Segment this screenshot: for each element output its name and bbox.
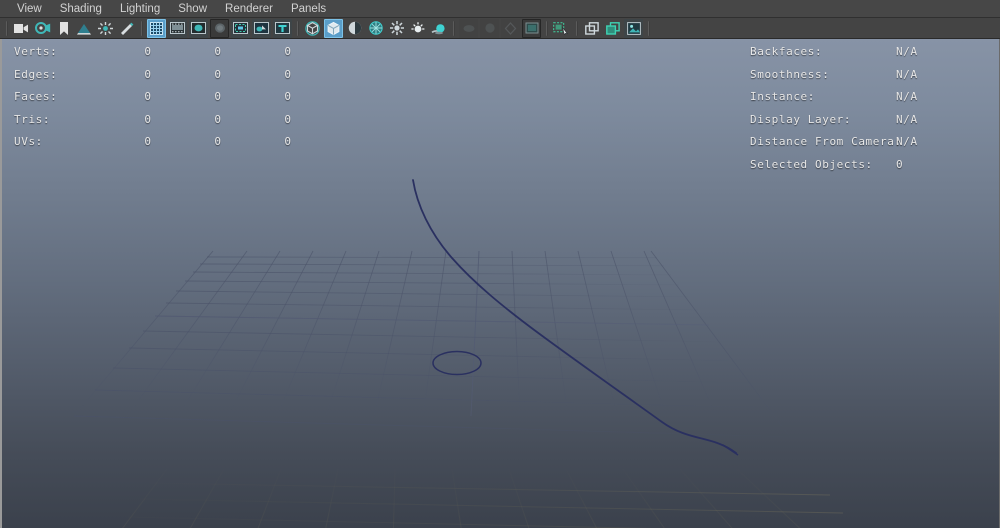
hud-verts-col3: 0 [278, 41, 298, 64]
menu-renderer[interactable]: Renderer [216, 0, 282, 18]
ground-grid [74, 251, 790, 437]
hud-label-instance: Instance: [750, 86, 815, 109]
field-chart-icon[interactable] [210, 19, 229, 38]
maya-viewport-panel: View Shading Lighting Show Renderer Pane… [0, 0, 1000, 528]
menu-show[interactable]: Show [169, 0, 216, 18]
shade-flat-icon[interactable] [345, 19, 364, 38]
camera-attributes-icon[interactable] [33, 19, 52, 38]
hud-value-backfaces: N/A [896, 41, 918, 64]
nurbs-curve[interactable] [413, 180, 736, 453]
toolbar-separator [646, 20, 651, 37]
hud-label-faces: Faces: [14, 86, 57, 109]
occlusion-icon[interactable] [480, 19, 499, 38]
xray-icon[interactable] [387, 19, 406, 38]
shadow-icon[interactable] [429, 19, 448, 38]
hud-label-edges: Edges: [14, 64, 57, 87]
hud-tris-col1: 0 [138, 109, 158, 132]
toolbar-separator [544, 20, 549, 37]
hud-label-selected-objects: Selected Objects: [750, 154, 873, 177]
hud-label-display-layer: Display Layer: [750, 109, 851, 132]
safe-title-icon[interactable] [252, 19, 271, 38]
hud-value-distance-from-camera: N/A [896, 131, 918, 154]
resolution-gate-icon[interactable] [189, 19, 208, 38]
film-gate-icon[interactable] [168, 19, 187, 38]
lighting-icon[interactable] [408, 19, 427, 38]
text-overlay-icon[interactable] [273, 19, 292, 38]
isolate-select-icon[interactable] [552, 19, 571, 38]
hud-uvs-col3: 0 [278, 131, 298, 154]
menu-lighting[interactable]: Lighting [111, 0, 169, 18]
hud-label-tris: Tris: [14, 109, 50, 132]
hud-label-uvs: UVs: [14, 131, 43, 154]
toolbar-separator [574, 20, 579, 37]
menu-shading[interactable]: Shading [51, 0, 111, 18]
hud-faces-col1: 0 [138, 86, 158, 109]
hud-verts-col2: 0 [208, 41, 228, 64]
hud-verts-col1: 0 [138, 41, 158, 64]
camera-icon[interactable] [12, 19, 31, 38]
hud-tris-col2: 0 [208, 109, 228, 132]
hud-label-smoothness: Smoothness: [750, 64, 829, 87]
viewport-toolbar [0, 18, 1000, 39]
grid-axis-lines [155, 251, 709, 416]
toolbar-separator [139, 20, 144, 37]
toolbar-separator [451, 20, 456, 37]
ground-grid-foreground [80, 469, 891, 528]
bookmark-icon[interactable] [54, 19, 73, 38]
toolbar-separator [295, 20, 300, 37]
smooth-shade-icon[interactable] [324, 19, 343, 38]
motion-blur-icon[interactable] [459, 19, 478, 38]
menu-view[interactable]: View [8, 0, 51, 18]
menu-bar: View Shading Lighting Show Renderer Pane… [0, 0, 1000, 18]
xray-joints-icon[interactable] [582, 19, 601, 38]
hud-label-verts: Verts: [14, 41, 57, 64]
grid-icon[interactable] [147, 19, 166, 38]
menu-panels[interactable]: Panels [282, 0, 335, 18]
wireframe-cube-icon[interactable] [303, 19, 322, 38]
hud-faces-col3: 0 [278, 86, 298, 109]
hud-value-instance: N/A [896, 86, 918, 109]
antialias-icon[interactable] [501, 19, 520, 38]
hud-edges-col1: 0 [138, 64, 158, 87]
exposure-ctrl-icon[interactable] [624, 19, 643, 38]
textured-icon[interactable] [366, 19, 385, 38]
curve-end-marker [723, 445, 738, 455]
hud-label-backfaces: Backfaces: [750, 41, 822, 64]
toolbar-separator [4, 20, 9, 37]
exposure-icon[interactable] [117, 19, 136, 38]
hud-uvs-col1: 0 [138, 131, 158, 154]
hud-value-display-layer: N/A [896, 109, 918, 132]
hud-tris-col3: 0 [278, 109, 298, 132]
hud-uvs-col2: 0 [208, 131, 228, 154]
image-plane-icon[interactable] [75, 19, 94, 38]
viewport-fx-icon[interactable] [522, 19, 541, 38]
hud-value-smoothness: N/A [896, 64, 918, 87]
two-pane-icon[interactable] [96, 19, 115, 38]
hud-edges-col3: 0 [278, 64, 298, 87]
safe-action-icon[interactable] [231, 19, 250, 38]
hud-value-selected-objects: 0 [896, 154, 903, 177]
hud-faces-col2: 0 [208, 86, 228, 109]
hud-label-distance-from-camera: Distance From Camera: [750, 131, 902, 154]
hud-edges-col2: 0 [208, 64, 228, 87]
xray-active-icon[interactable] [603, 19, 622, 38]
